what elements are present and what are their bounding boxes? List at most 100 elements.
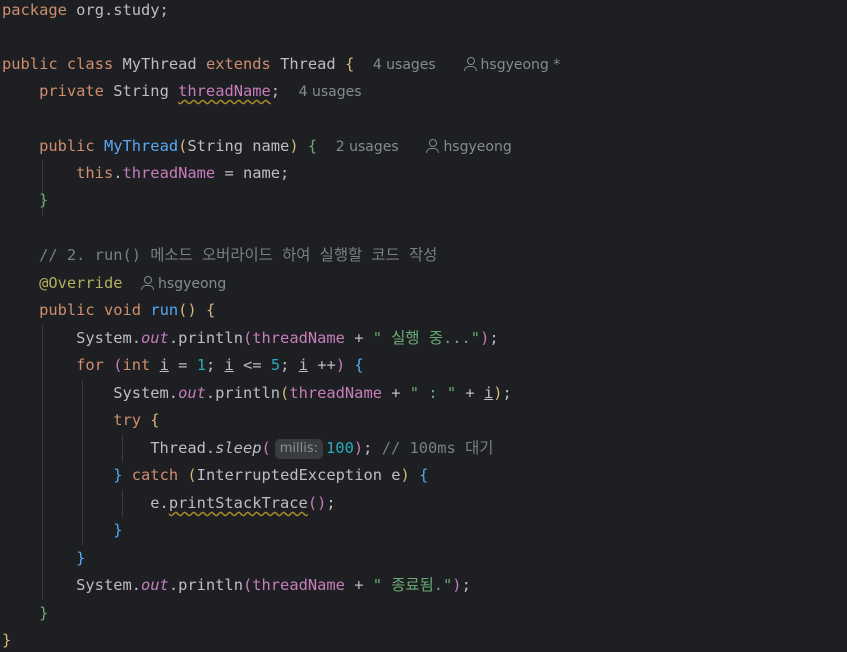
comment: // 100ms 대기 <box>381 439 494 457</box>
method-call: .println <box>168 576 243 594</box>
brace: } <box>39 604 49 622</box>
semicolon: ; <box>461 576 471 594</box>
usages-hint[interactable]: 4 usages <box>373 57 436 73</box>
paren: ) <box>400 466 410 484</box>
variable: i <box>298 356 308 374</box>
code-line[interactable]: } <box>2 600 48 627</box>
author-name: hsgyeong * <box>480 57 561 73</box>
code-line[interactable]: System.out.println(threadName + " 실행 중..… <box>2 325 499 352</box>
author-name: hsgyeong <box>443 139 512 155</box>
field-name: threadName <box>252 576 345 594</box>
person-icon <box>426 139 440 153</box>
brace: } <box>76 549 86 567</box>
code-line[interactable]: try { <box>2 407 160 434</box>
semicolon: ; <box>326 494 336 512</box>
semicolon: ; <box>270 82 281 100</box>
code-line[interactable]: for (int i = 1; i <= 5; i ++) { <box>2 352 364 379</box>
method-call: .println <box>168 329 243 347</box>
code-line[interactable]: } <box>2 187 48 214</box>
paren: ) <box>353 439 364 457</box>
brace: { <box>205 301 216 319</box>
code-line[interactable]: // 2. run() 메소드 오버라이드 하여 실행할 코드 작성 <box>2 242 437 269</box>
semicolon: ; <box>502 384 512 402</box>
static-field: out <box>178 384 206 402</box>
author-name: hsgyeong <box>158 276 227 292</box>
variable: i <box>159 356 169 374</box>
author-hint[interactable]: hsgyeong <box>141 276 226 292</box>
variable: e. <box>150 494 169 512</box>
number: 1 <box>196 356 206 374</box>
brace: { <box>307 137 318 155</box>
semicolon: ; <box>363 439 373 457</box>
semicolon: ; <box>489 329 499 347</box>
paren: ( <box>242 329 253 347</box>
code-line[interactable]: private String threadName; 4 usages <box>2 78 362 105</box>
variable: i <box>483 384 494 402</box>
brace: { <box>150 411 160 429</box>
paren: ( <box>242 576 253 594</box>
code-line[interactable]: e.printStackTrace(); <box>2 490 336 517</box>
variable: i <box>224 356 234 374</box>
brace: } <box>113 521 123 539</box>
static-method: sleep <box>215 439 262 457</box>
package-name: org.study; <box>76 1 169 19</box>
field-name[interactable]: threadName <box>178 82 271 100</box>
keyword: for <box>76 356 104 374</box>
code-line[interactable]: Thread.sleep(millis: 100); // 100ms 대기 <box>2 435 493 462</box>
keyword: private <box>39 82 104 100</box>
keyword: package <box>2 1 67 19</box>
code-line[interactable]: System.out.println(threadName + " 종료됨.")… <box>2 572 471 599</box>
author-hint[interactable]: hsgyeong <box>426 139 512 155</box>
brace: } <box>2 631 12 649</box>
operator: + <box>344 329 373 347</box>
code-line[interactable]: public void run() { <box>2 297 215 324</box>
paren: ) <box>335 356 346 374</box>
operator: ++ <box>308 356 336 374</box>
brace: } <box>39 191 49 209</box>
class-ref: System. <box>76 329 142 347</box>
brace: { <box>419 466 429 484</box>
code-line[interactable]: package org.study; <box>2 0 169 24</box>
string: " 실행 중..." <box>372 329 481 347</box>
method-call[interactable]: printStackTrace <box>169 494 308 512</box>
usages-hint[interactable]: 2 usages <box>336 139 399 155</box>
assignment: = name; <box>215 164 290 182</box>
comment: // 2. run() 메소드 오버라이드 하여 실행할 코드 작성 <box>39 246 438 264</box>
paren: ( <box>178 137 188 155</box>
code-line[interactable]: public class MyThread extends Thread { 4… <box>2 51 560 78</box>
author-hint[interactable]: hsgyeong * <box>463 57 561 73</box>
code-line[interactable]: @Override hsgyeong <box>2 270 226 297</box>
keyword: int <box>122 356 151 374</box>
code-line[interactable]: } catch (InterruptedException e) { <box>2 462 428 489</box>
static-field: out <box>141 576 169 594</box>
paren: ( <box>187 466 197 484</box>
code-line[interactable]: } <box>2 517 122 544</box>
annotation: @Override <box>39 274 123 292</box>
code-line[interactable]: this.threadName = name; <box>2 160 289 187</box>
params: String name <box>187 137 290 155</box>
code-line[interactable]: System.out.println(threadName + " : " + … <box>2 380 512 407</box>
number: 5 <box>270 356 281 374</box>
usages-hint[interactable]: 4 usages <box>299 84 362 100</box>
type: String <box>113 82 169 100</box>
code-line[interactable]: } <box>2 545 85 572</box>
operator: + <box>344 576 373 594</box>
person-icon <box>463 57 477 71</box>
class-name: MyThread <box>122 55 197 73</box>
class-ref: System. <box>76 576 142 594</box>
code-line[interactable]: } <box>2 627 11 652</box>
brace: { <box>344 55 355 73</box>
class-ref: System. <box>113 384 179 402</box>
brace: { <box>354 356 364 374</box>
code-line[interactable]: public MyThread(String name) { 2 usages … <box>2 133 512 160</box>
code-editor[interactable]: package org.study; public class MyThread… <box>0 0 847 652</box>
person-icon <box>141 276 155 290</box>
string: " : " <box>409 384 457 402</box>
keyword: catch <box>131 466 179 484</box>
paren: ) <box>480 329 490 347</box>
keyword: public <box>39 137 95 155</box>
field-name: threadName <box>289 384 382 402</box>
operator: = <box>168 356 197 374</box>
exception-param: InterruptedException e <box>196 466 401 484</box>
field-name: threadName <box>122 164 216 182</box>
